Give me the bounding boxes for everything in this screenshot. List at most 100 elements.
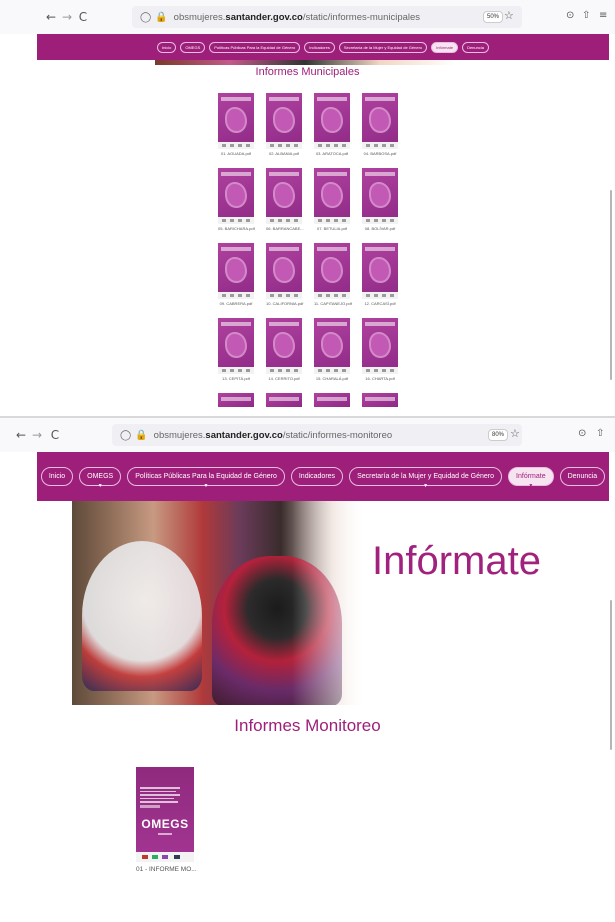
report-card[interactable]: 13. CEPITÁ.pdf bbox=[218, 318, 254, 381]
hero-banner: Infórmate bbox=[72, 501, 567, 705]
report-card[interactable]: 07. BETULIA.pdf bbox=[314, 168, 350, 231]
chevron-down-icon: ▼ bbox=[203, 483, 209, 489]
site-nav-top: Inicio OMEGS Políticas Públicas Para la … bbox=[37, 34, 609, 60]
report-card[interactable]: 04. BARBOSA.pdf bbox=[362, 93, 398, 156]
shield-icon: ◯ bbox=[140, 11, 152, 23]
nav-politicas[interactable]: Políticas Públicas Para la Equidad de Gé… bbox=[209, 41, 301, 53]
report-card[interactable]: 05. BARICHARA.pdf bbox=[218, 168, 255, 231]
browser-toolbar-top: ← → C ◯ 🔒 obsmujeres.santander.gov.co/st… bbox=[0, 0, 615, 34]
hero-image-edge bbox=[155, 60, 455, 65]
report-thumbnail[interactable] bbox=[218, 243, 254, 299]
nav-inicio[interactable]: Inicio bbox=[40, 467, 74, 486]
report-card[interactable]: 15. CHARALÁ.pdf bbox=[314, 318, 350, 381]
browser-toolbar-bottom: ← → C ◯ 🔒 obsmujeres.santander.gov.co/st… bbox=[0, 418, 615, 452]
report-thumbnail-partial[interactable] bbox=[314, 393, 350, 407]
bookmark-star-icon[interactable]: ☆ bbox=[510, 427, 520, 440]
report-thumbnail[interactable] bbox=[314, 243, 350, 299]
report-card[interactable]: 09. CABRERA.pdf bbox=[218, 243, 254, 306]
report-caption: 04. BARBOSA.pdf bbox=[363, 151, 397, 156]
report-thumbnail[interactable] bbox=[314, 93, 350, 149]
nav-denuncia[interactable]: Denuncia bbox=[559, 467, 606, 486]
report-card[interactable]: 03. ARATOCA.pdf bbox=[314, 93, 350, 156]
report-caption: 03. ARATOCA.pdf bbox=[315, 151, 349, 156]
report-card-monitoreo[interactable]: OMEGS 01 - INFORME MO... bbox=[136, 767, 197, 873]
report-caption: 10. CALIFORNIA.pdf bbox=[266, 301, 304, 306]
report-card[interactable]: 02. ALBANIA.pdf bbox=[266, 93, 302, 156]
report-caption: 05. BARICHARA.pdf bbox=[218, 226, 255, 231]
chevron-down-icon: ▼ bbox=[423, 483, 429, 489]
report-caption: 13. CEPITÁ.pdf bbox=[222, 376, 250, 381]
report-thumbnail[interactable] bbox=[266, 93, 302, 149]
report-thumbnail[interactable] bbox=[314, 318, 350, 374]
report-caption: 16. CHARTA.pdf bbox=[365, 376, 395, 381]
shield-icon: ◯ bbox=[120, 429, 132, 441]
nav-informate[interactable]: Infórmate ▼ bbox=[508, 467, 554, 489]
nav-inicio[interactable]: Inicio bbox=[157, 41, 177, 53]
share-icon[interactable]: ⇧ bbox=[596, 428, 604, 439]
report-card[interactable]: 11. CAPITANEJO.pdf bbox=[314, 243, 352, 306]
pocket-icon[interactable]: ⊙ bbox=[566, 10, 574, 21]
lock-icon: 🔒 bbox=[135, 429, 148, 441]
report-thumbnail[interactable] bbox=[362, 243, 398, 299]
report-card[interactable]: 06. BARRANCABE... bbox=[266, 168, 304, 231]
bookmark-star-icon[interactable]: ☆ bbox=[504, 9, 514, 22]
zoom-indicator[interactable]: 50% bbox=[483, 11, 503, 23]
report-caption: 09. CABRERA.pdf bbox=[219, 301, 253, 306]
nav-omegs[interactable]: OMEGS bbox=[180, 41, 206, 53]
site-nav-bottom: Inicio OMEGS ▼ Políticas Públicas Para la… bbox=[37, 452, 609, 501]
hero-fade bbox=[292, 501, 382, 705]
report-thumbnail[interactable] bbox=[266, 243, 302, 299]
report-card[interactable]: 08. BOLÍVAR.pdf bbox=[362, 168, 398, 231]
report-card[interactable]: 01. AGUADA.pdf bbox=[218, 93, 254, 156]
menu-icon[interactable]: ≡ bbox=[599, 10, 607, 21]
hero-title: Infórmate bbox=[372, 539, 541, 583]
report-caption: 06. BARRANCABE... bbox=[266, 226, 304, 231]
report-thumbnail[interactable] bbox=[266, 318, 302, 374]
cover-footer-logos bbox=[136, 852, 194, 862]
forward-button[interactable]: → bbox=[28, 428, 46, 442]
zoom-indicator[interactable]: 80% bbox=[488, 429, 508, 441]
report-card[interactable]: 12. CARCASÍ.pdf bbox=[362, 243, 398, 306]
share-icon[interactable]: ⇧ bbox=[582, 10, 590, 21]
nav-omegs[interactable]: OMEGS ▼ bbox=[79, 467, 122, 489]
nav-denuncia[interactable]: Denuncia bbox=[462, 41, 489, 53]
lock-icon: 🔒 bbox=[155, 11, 168, 23]
report-thumbnail[interactable] bbox=[218, 318, 254, 374]
nav-informate[interactable]: Infórmate bbox=[431, 41, 459, 53]
pocket-icon[interactable]: ⊙ bbox=[578, 428, 586, 439]
nav-politicas[interactable]: Políticas Públicas Para la Equidad de Gé… bbox=[127, 467, 285, 489]
report-card[interactable]: 14. CERRITO.pdf bbox=[266, 318, 302, 381]
report-thumbnail[interactable] bbox=[266, 168, 302, 224]
report-card[interactable]: 16. CHARTA.pdf bbox=[362, 318, 398, 381]
nav-indicadores[interactable]: Indicadores bbox=[290, 467, 344, 486]
nav-indicadores[interactable]: Indicadores bbox=[304, 41, 335, 53]
report-thumbnail-partial[interactable] bbox=[266, 393, 302, 407]
report-caption: 14. CERRITO.pdf bbox=[268, 376, 300, 381]
chevron-down-icon: ▼ bbox=[528, 483, 534, 489]
report-thumbnail[interactable] bbox=[314, 168, 350, 224]
nav-secretaria[interactable]: Secretaría de la Mujer y Equidad de Géne… bbox=[338, 41, 428, 53]
report-thumbnail[interactable] bbox=[218, 168, 254, 224]
report-thumbnail[interactable] bbox=[362, 168, 398, 224]
cover-text-lines bbox=[140, 787, 182, 810]
report-caption: 12. CARCASÍ.pdf bbox=[364, 301, 396, 306]
report-thumbnail-partial[interactable] bbox=[362, 393, 398, 407]
section-title-municipales: Informes Municipales bbox=[255, 66, 360, 78]
report-thumbnail[interactable] bbox=[362, 318, 398, 374]
report-thumbnail-partial[interactable] bbox=[218, 393, 254, 407]
url-bar[interactable]: ◯ 🔒 obsmujeres.santander.gov.co/static/i… bbox=[132, 6, 522, 28]
hero-photo-woman-left bbox=[82, 541, 202, 691]
nav-secretaria[interactable]: Secretaría de la Mujer y Equidad de Géne… bbox=[349, 467, 503, 489]
report-thumbnail[interactable] bbox=[218, 93, 254, 149]
section-title-monitoreo: Informes Monitoreo bbox=[234, 716, 381, 735]
url-text: obsmujeres.santander.gov.co/static/infor… bbox=[173, 11, 421, 23]
report-card[interactable]: 10. CALIFORNIA.pdf bbox=[266, 243, 304, 306]
report-thumbnail[interactable] bbox=[362, 93, 398, 149]
scrollbar-top[interactable] bbox=[610, 190, 612, 380]
reload-button[interactable]: C bbox=[74, 10, 92, 24]
report-caption: 01 - INFORME MO... bbox=[136, 866, 197, 873]
report-cover[interactable]: OMEGS bbox=[136, 767, 194, 862]
scrollbar-bottom[interactable] bbox=[610, 600, 612, 750]
url-bar[interactable]: ◯ 🔒 obsmujeres.santander.gov.co/static/i… bbox=[112, 424, 522, 446]
reload-button[interactable]: C bbox=[46, 428, 64, 442]
